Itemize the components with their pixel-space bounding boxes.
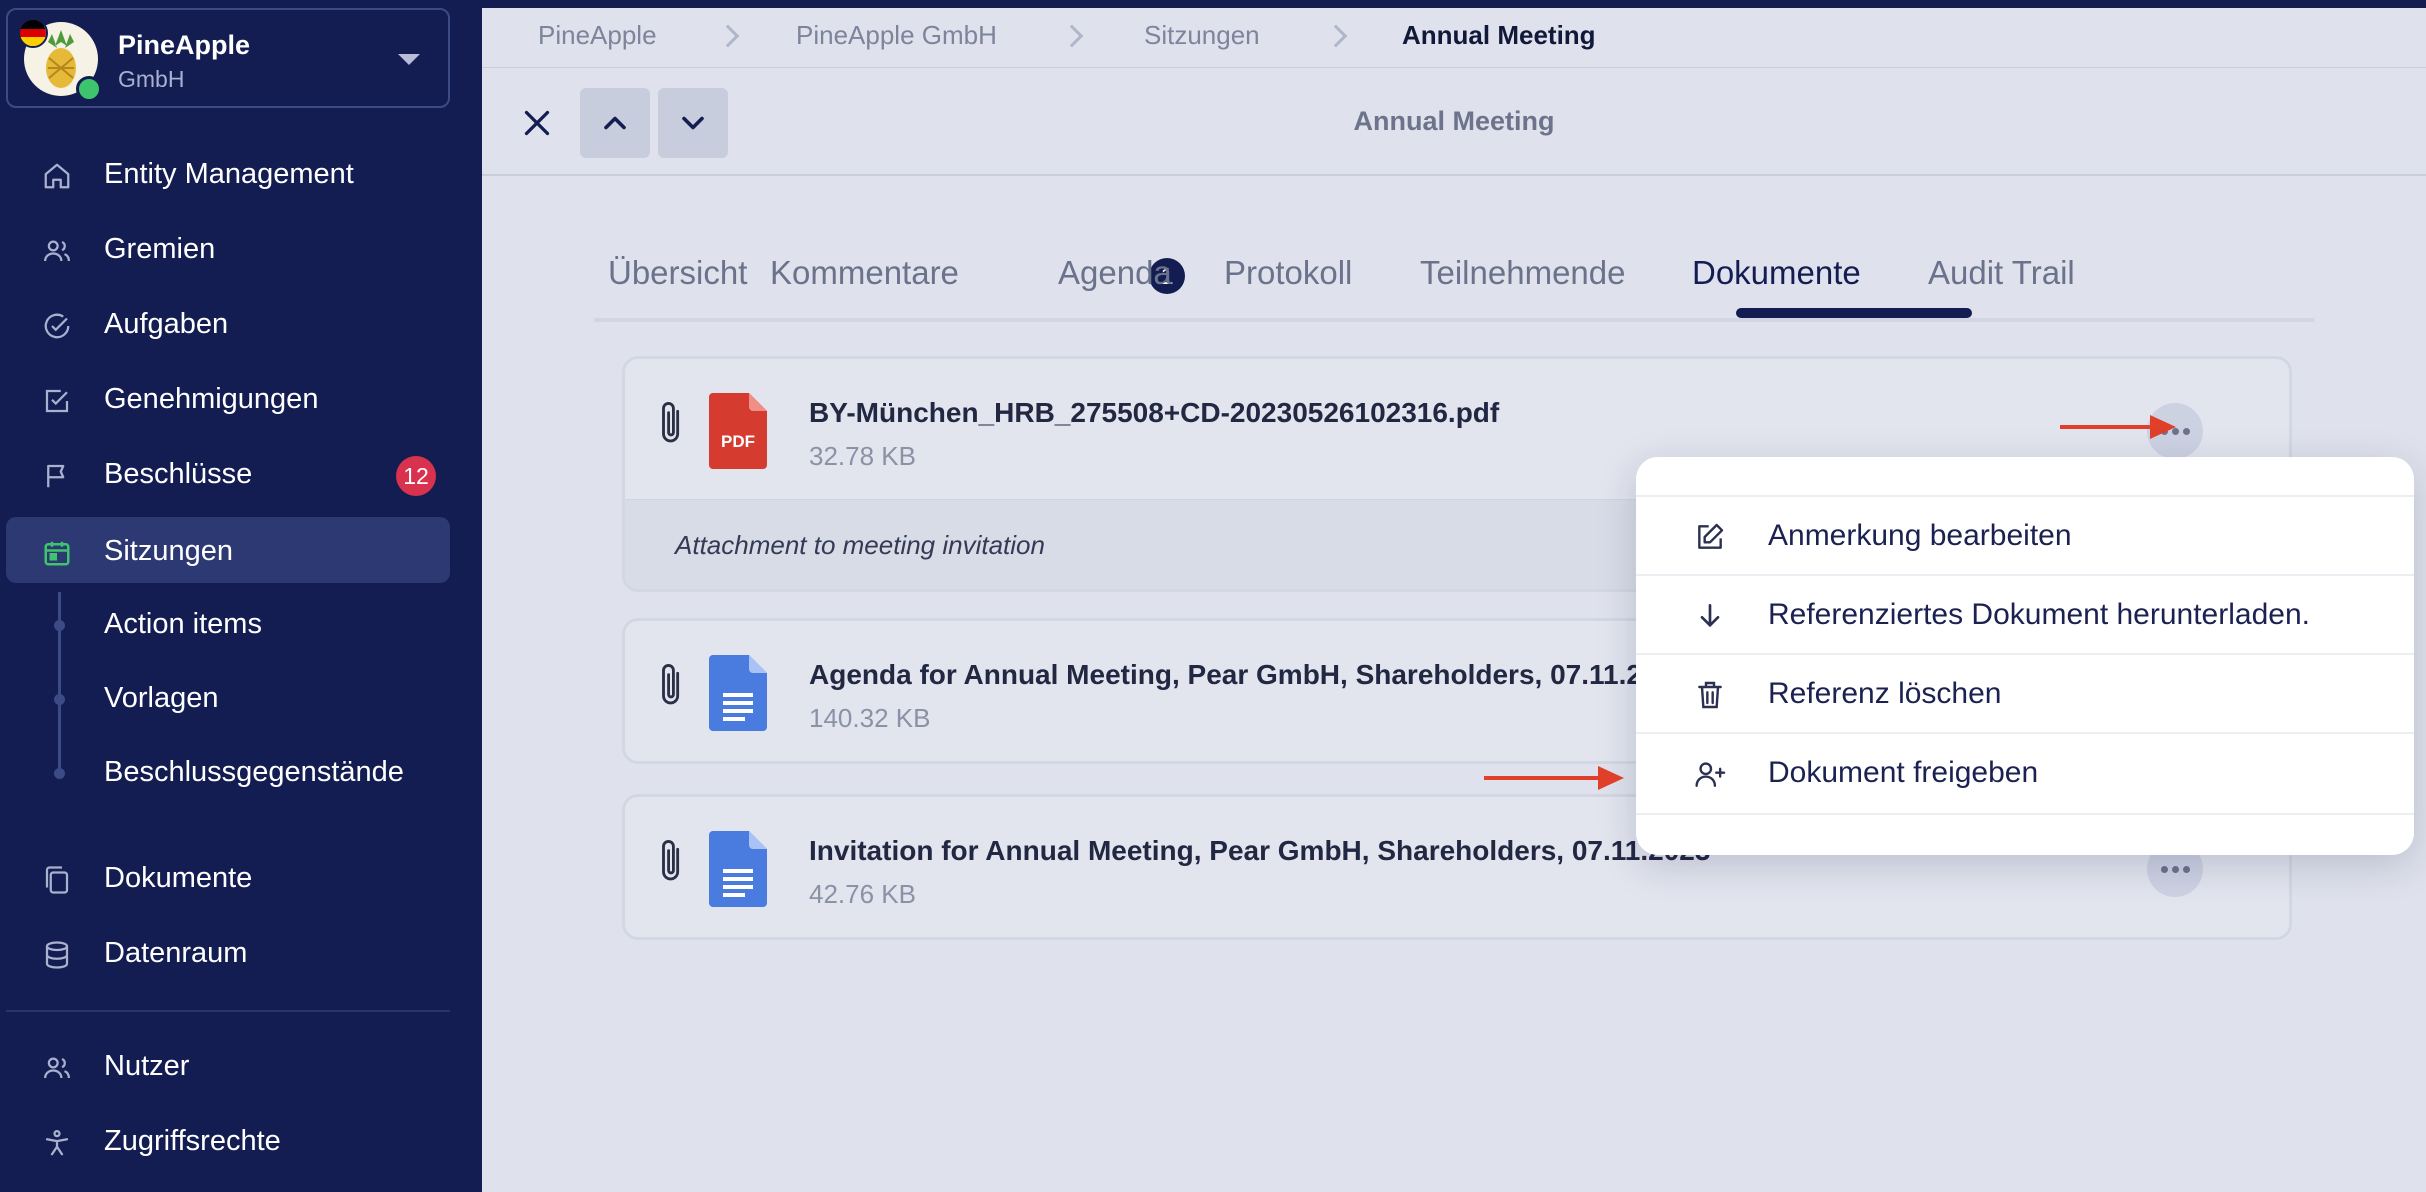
- accessibility-icon: [45, 1130, 69, 1156]
- user-plus-icon: [1695, 762, 1726, 787]
- document-size: 42.76 KB: [809, 879, 916, 909]
- submenu-dot: [54, 768, 65, 779]
- org-name: PineApple: [118, 30, 251, 60]
- tab-teilnehmende[interactable]: Teilnehmende: [1420, 254, 1625, 292]
- org-switcher[interactable]: PineApple GmbH: [6, 8, 450, 108]
- users-icon: [44, 240, 70, 262]
- menu-item-download[interactable]: Referenziertes Dokument herunterladen.: [1636, 574, 2414, 652]
- sidebar-item-beschluesse[interactable]: Beschlüsse 12: [6, 440, 450, 506]
- breadcrumb-item[interactable]: Sitzungen: [1144, 20, 1260, 51]
- tab-audit-trail[interactable]: Audit Trail: [1928, 254, 2075, 292]
- menu-item-label: Referenz löschen: [1768, 677, 2002, 710]
- annotation-arrow: [2060, 425, 2156, 429]
- tab-agenda[interactable]: Agenda: [1058, 254, 1172, 292]
- germany-flag-icon: [18, 18, 48, 48]
- sidebar-item-label: Sitzungen: [104, 535, 233, 567]
- menu-item-edit-note[interactable]: Anmerkung bearbeiten: [1636, 495, 2414, 573]
- submenu-dot: [54, 620, 65, 631]
- menu-item-label: Dokument freigeben: [1768, 756, 2039, 789]
- tab-bar: Übersicht Kommentare 1 Agenda Protokoll …: [594, 236, 2314, 322]
- arrow-down-icon: [1700, 604, 1720, 627]
- document-note-text: Attachment to meeting invitation: [675, 530, 1045, 560]
- sidebar-item-label: Aufgaben: [104, 308, 229, 340]
- chevron-right-icon: [716, 24, 740, 48]
- sidebar-item-label: Dokumente: [104, 862, 253, 894]
- submenu-dot: [54, 694, 65, 705]
- top-strip: [482, 0, 2426, 8]
- active-tab-indicator: [1736, 308, 1972, 318]
- pdf-label: PDF: [721, 432, 755, 451]
- sidebar-item-gremien[interactable]: Gremien: [6, 215, 450, 281]
- check-square-icon: [45, 389, 69, 413]
- online-status-dot: [76, 76, 102, 102]
- tab-dokumente[interactable]: Dokumente: [1692, 254, 1861, 292]
- sidebar-item-zugriffsrechte[interactable]: Zugriffsrechte: [6, 1107, 450, 1173]
- paperclip-icon: [662, 402, 680, 443]
- sidebar-subitem-beschlussgegenstaende[interactable]: Beschlussgegenstände: [104, 756, 404, 789]
- sidebar-item-genehmigungen[interactable]: Genehmigungen: [6, 365, 450, 431]
- trash-icon: [1698, 681, 1722, 709]
- sidebar-subitem-vorlagen[interactable]: Vorlagen: [104, 682, 219, 715]
- menu-item-share-document[interactable]: Dokument freigeben: [1636, 732, 2414, 810]
- document-name[interactable]: Invitation for Annual Meeting, Pear GmbH…: [809, 835, 1710, 867]
- sidebar-item-dokumente[interactable]: Dokumente: [6, 844, 450, 910]
- tab-protokoll[interactable]: Protokoll: [1224, 254, 1352, 292]
- doc-file-icon: [709, 831, 767, 907]
- sidebar-item-label: Datenraum: [104, 937, 248, 969]
- check-circle-icon: [44, 313, 70, 339]
- annotation-arrow: [1484, 776, 1604, 780]
- org-subtitle: GmbH: [118, 66, 185, 92]
- document-name[interactable]: BY-München_HRB_275508+CD-20230526102316.…: [809, 397, 1499, 429]
- document-size: 32.78 KB: [809, 441, 916, 471]
- paperclip-icon: [662, 664, 680, 705]
- menu-item-label: Anmerkung bearbeiten: [1768, 519, 2072, 552]
- calendar-icon: [44, 541, 70, 566]
- flag-icon: [47, 464, 65, 488]
- edit-icon: [1698, 523, 1724, 549]
- beschluesse-count-badge: 12: [396, 456, 436, 496]
- detail-header: Annual Meeting: [482, 68, 2426, 176]
- document-size: 140.32 KB: [809, 703, 931, 733]
- sidebar-item-aufgaben[interactable]: Aufgaben: [6, 290, 450, 356]
- sidebar-item-label: Beschlüsse: [104, 458, 253, 490]
- breadcrumb-item[interactable]: PineApple GmbH: [796, 20, 997, 51]
- menu-item-delete-reference[interactable]: Referenz löschen: [1636, 653, 2414, 731]
- sidebar-divider: [6, 1010, 450, 1012]
- breadcrumb-item[interactable]: PineApple: [538, 20, 657, 51]
- breadcrumb-current: Annual Meeting: [1402, 20, 1596, 50]
- chevron-right-icon: [1324, 24, 1348, 48]
- sidebar-item-label: Genehmigungen: [104, 383, 319, 415]
- tab-uebersicht[interactable]: Übersicht: [608, 254, 747, 292]
- caret-down-icon: [398, 54, 420, 65]
- database-icon: [45, 941, 69, 969]
- sidebar-item-label: Nutzer: [104, 1050, 190, 1082]
- sidebar-item-label: Gremien: [104, 233, 216, 265]
- chevron-right-icon: [1060, 24, 1084, 48]
- org-logo: [18, 18, 102, 102]
- paperclip-icon: [662, 840, 680, 881]
- document-name[interactable]: Agenda for Annual Meeting, Pear GmbH, Sh…: [809, 659, 1642, 691]
- document-actions-menu: Anmerkung bearbeiten Referenziertes Doku…: [1636, 457, 2414, 855]
- sidebar-item-datenraum[interactable]: Datenraum: [6, 919, 450, 985]
- sidebar-item-label: Entity Management: [104, 158, 354, 190]
- tab-kommentare[interactable]: Kommentare: [770, 254, 959, 292]
- sidebar-item-nutzer[interactable]: Nutzer: [6, 1032, 450, 1098]
- doc-file-icon: [709, 655, 767, 731]
- menu-item-label: Referenziertes Dokument herunterladen.: [1768, 598, 2310, 631]
- page-title: Annual Meeting: [1353, 106, 1555, 136]
- sidebar-item-entity-management[interactable]: Entity Management: [6, 140, 450, 206]
- breadcrumb: PineApple PineApple GmbH Sitzungen Annua…: [482, 8, 2426, 68]
- sidebar-item-label: Zugriffsrechte: [104, 1125, 281, 1157]
- annotation-arrow-head: [2150, 415, 2176, 439]
- annotation-arrow-head: [1598, 766, 1624, 790]
- home-icon: [44, 163, 70, 189]
- users-icon: [44, 1057, 70, 1079]
- sidebar-item-sitzungen[interactable]: Sitzungen: [6, 517, 450, 583]
- menu-divider: [1636, 813, 2414, 815]
- sidebar: PineApple GmbH Entity Management Gremien…: [0, 0, 482, 1192]
- sidebar-subitem-action-items[interactable]: Action items: [104, 608, 262, 641]
- documents-icon: [45, 866, 69, 894]
- pdf-file-icon: PDF: [709, 393, 767, 469]
